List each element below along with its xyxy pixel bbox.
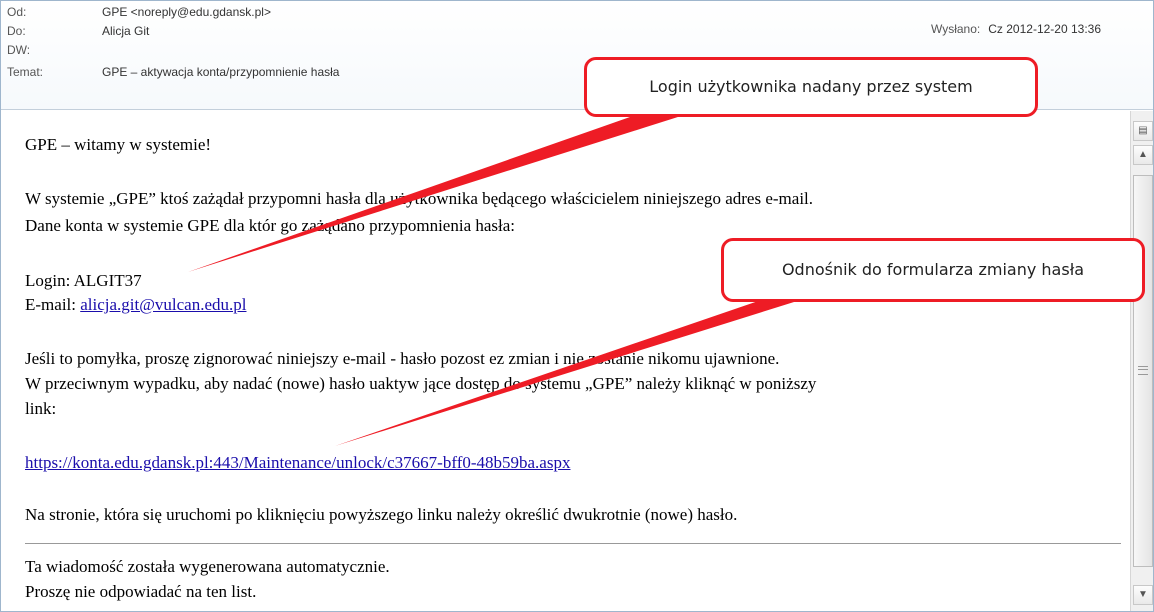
email-label: E-mail:	[25, 295, 81, 314]
body-paragraph-1-line-2: Dane konta w systemie GPE dla któr go za…	[25, 216, 516, 235]
email-link[interactable]: alicja.git@vulcan.edu.pl	[80, 295, 246, 314]
from-value[interactable]: GPE <noreply@edu.gdansk.pl>	[102, 3, 271, 21]
from-label: Od:	[7, 5, 27, 19]
reset-password-link[interactable]: https://konta.edu.gdansk.pl:443/Maintena…	[25, 453, 570, 472]
body-paragraph-2-line-2: W przeciwnym wypadku, aby nadać (nowe) h…	[25, 374, 817, 393]
body-paragraph-1-line-1: W systemie „GPE” ktoś zażądał przypomni …	[25, 189, 814, 208]
sent-value: Cz 2012-12-20 13:36	[988, 22, 1101, 36]
grip-icon	[1138, 366, 1148, 375]
email-line: E-mail: alicja.git@vulcan.edu.pl	[25, 295, 246, 315]
subject-value: GPE – aktywacja konta/przypomnienie hasł…	[102, 65, 340, 79]
link-callout: Odnośnik do formularza zmiany hasła	[721, 238, 1145, 302]
to-value[interactable]: Alicja Git	[102, 22, 149, 40]
sent-info: Wysłano: Cz 2012-12-20 13:36	[931, 22, 1101, 36]
attachment-icon[interactable]: ▤	[1133, 121, 1153, 141]
to-label: Do:	[7, 24, 26, 38]
message-body: GPE – witamy w systemie! W systemie „GPE…	[7, 121, 1121, 611]
footer-line-1: Ta wiadomość została wygenerowana automa…	[25, 557, 390, 576]
scroll-up-icon[interactable]: ▲	[1133, 145, 1153, 165]
cc-label: DW:	[7, 43, 31, 57]
login-callout: Login użytkownika nadany przez system	[584, 57, 1038, 117]
reset-link-line: https://konta.edu.gdansk.pl:443/Maintena…	[25, 453, 570, 473]
greeting: GPE – witamy w systemie!	[25, 135, 212, 154]
login-line: Login: ALGIT37	[25, 271, 142, 290]
vertical-scrollbar[interactable]: ▤ ▲ ▼	[1130, 111, 1153, 611]
subject-label: Temat:	[7, 65, 44, 79]
scroll-down-icon[interactable]: ▼	[1133, 585, 1153, 605]
scrollbar-thumb[interactable]	[1133, 175, 1153, 567]
body-paragraph-2-line-3: link:	[25, 399, 57, 418]
body-paragraph-3: Na stronie, która się uruchomi po klikni…	[25, 505, 738, 524]
footer-divider	[25, 543, 1121, 544]
sent-label: Wysłano:	[931, 22, 981, 36]
footer-line-2: Proszę nie odpowiadać na ten list.	[25, 582, 257, 601]
body-paragraph-2-line-1: Jeśli to pomyłka, proszę zignorować nini…	[25, 349, 780, 368]
